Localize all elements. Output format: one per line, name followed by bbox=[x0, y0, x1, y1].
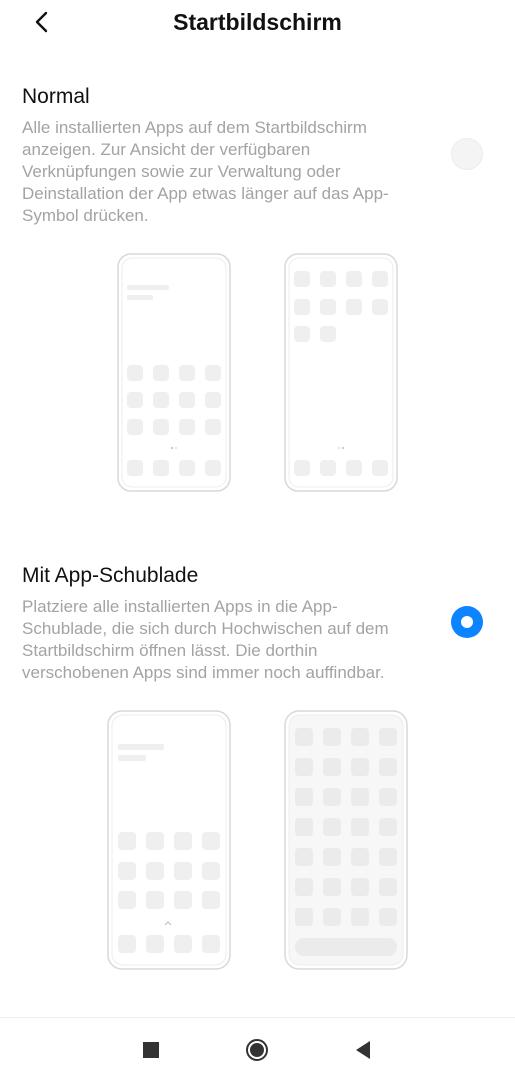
header: Startbildschirm bbox=[0, 0, 515, 48]
recents-button[interactable] bbox=[139, 1038, 163, 1062]
normal-home-screen-illustration bbox=[117, 253, 231, 492]
circle-icon bbox=[246, 1039, 268, 1061]
back-nav-button[interactable] bbox=[351, 1038, 375, 1062]
system-navigation-bar bbox=[0, 1017, 515, 1081]
option-normal-description: Alle installierten Apps auf dem Startbil… bbox=[22, 118, 389, 225]
drawer-home-screen-illustration bbox=[107, 710, 231, 970]
option-normal-title: Normal bbox=[22, 85, 90, 108]
normal-app-pages-illustration bbox=[284, 253, 398, 492]
page-title: Startbildschirm bbox=[173, 9, 342, 35]
drawer-app-drawer-illustration bbox=[284, 710, 408, 970]
option-app-drawer-radio[interactable] bbox=[451, 606, 483, 638]
option-normal-radio[interactable] bbox=[451, 138, 483, 170]
option-app-drawer-title: Mit App-Schublade bbox=[22, 564, 199, 587]
home-button[interactable] bbox=[245, 1038, 269, 1062]
option-app-drawer-description: Platziere alle installierten Apps in die… bbox=[22, 597, 389, 682]
triangle-left-icon bbox=[356, 1041, 370, 1059]
square-icon bbox=[143, 1042, 159, 1058]
